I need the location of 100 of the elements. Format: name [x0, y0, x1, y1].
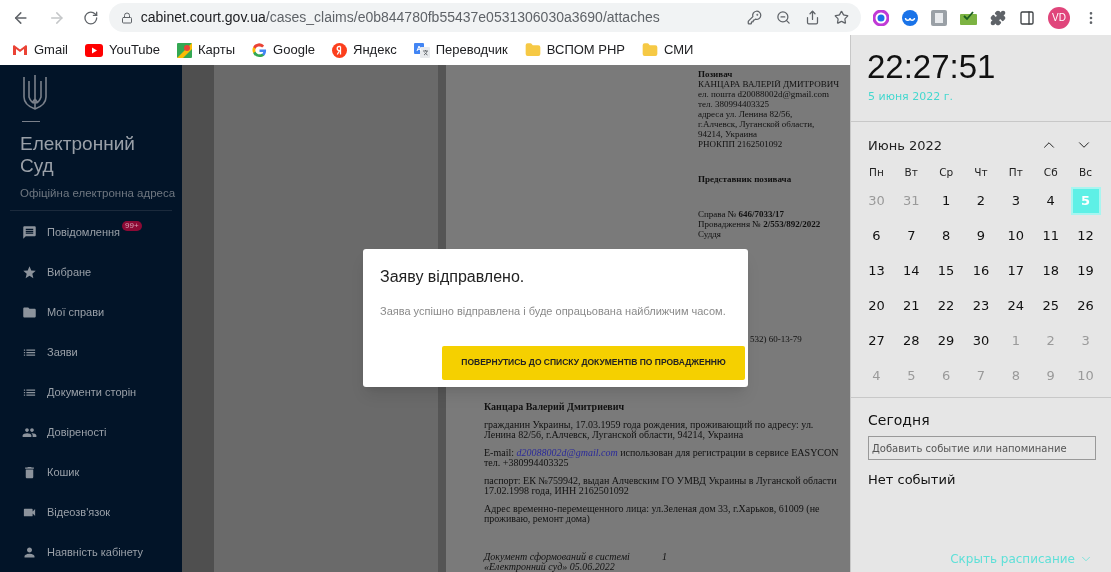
bookmark[interactable]: ВСПОМ РНР	[524, 40, 626, 60]
document-line: Позивач	[698, 69, 734, 79]
weekday-label: Вс	[1078, 165, 1094, 180]
mail-icon	[12, 44, 28, 56]
document-line: 532) 60-13-79	[750, 334, 803, 344]
folder-icon	[524, 42, 541, 58]
calendar-day[interactable]: 16	[966, 256, 996, 285]
weekday-label: Ср	[938, 165, 955, 180]
trident-icon	[22, 73, 48, 113]
app-subtitle: Офіційна електронна адреса	[20, 186, 177, 201]
weekday-label: Пт	[1007, 165, 1024, 180]
calendar-day[interactable]: 20	[861, 291, 892, 320]
calendar-day[interactable]: 23	[966, 291, 996, 320]
calendar-day[interactable]: 3	[1000, 186, 1031, 215]
calendar-day[interactable]: 6	[861, 221, 892, 250]
document-line: Справа № 646/7033/17	[698, 209, 786, 219]
event-input-field[interactable]: Добавить событие или напоминание	[868, 436, 1096, 460]
folder-icon	[642, 42, 659, 58]
document-line: КАНЦАРА ВАЛЕРІЙ ДМИТРОВИЧ	[698, 79, 840, 89]
weekday-label: Сб	[1042, 165, 1059, 180]
return-button[interactable]: ПОВЕРНУТИСЬ ДО СПИСКУ ДОКУМЕНТІВ ПО ПРОВАДЖЕННЮ	[442, 345, 745, 380]
document-line: г.Алчевск, Луганской области,	[698, 119, 816, 129]
star-icon	[22, 264, 37, 280]
message-icon	[22, 224, 37, 240]
calendar-day[interactable]: 30	[966, 326, 996, 355]
document-line: ел. пошта d20088002d@gmail.com	[698, 89, 831, 99]
calendar-day[interactable]: 7	[896, 221, 927, 250]
calendar-day[interactable]: 2	[966, 186, 996, 215]
bookmark[interactable]: Google	[252, 40, 315, 60]
calendar-day[interactable]: 4	[1035, 186, 1066, 215]
calendar-day[interactable]: 11	[1035, 221, 1066, 250]
calendar-day[interactable]: 13	[861, 256, 892, 285]
document-heading: Представник позивача	[698, 174, 793, 184]
sidebar-item[interactable]: Заяви	[0, 332, 182, 372]
sidebar-item[interactable]: Довіреності	[0, 412, 182, 452]
sidebar-item[interactable]: Наявність кабінету	[0, 532, 182, 572]
sidebar-item[interactable]: Документи сторін	[0, 372, 182, 412]
calendar-day[interactable]: 17	[1000, 256, 1031, 285]
bookmark[interactable]: СМИ	[642, 40, 694, 60]
side-panel-icon[interactable]	[1019, 9, 1035, 26]
bookmark[interactable]: Gmail	[12, 40, 68, 60]
sidebar-item[interactable]: Вибране	[0, 252, 182, 292]
share-icon[interactable]	[805, 10, 820, 25]
calendar-day[interactable]: 9	[966, 221, 996, 250]
calendar-day[interactable]: 24	[1000, 291, 1031, 320]
no-events-text: Нет событий	[868, 471, 957, 489]
bookmark[interactable]: Переводчик	[413, 40, 508, 60]
document-line: Суддя	[698, 229, 722, 239]
bookmark[interactable]: Яндекс	[332, 40, 397, 60]
extension-icon[interactable]	[902, 9, 918, 26]
calendar-day[interactable]: 25	[1035, 291, 1066, 320]
address-bar[interactable]: cabinet.court.gov.ua/cases_claims/e0b844780fb55437e0531306030a3690/attaches	[108, 3, 861, 32]
plaintiff-name: Канцара Валерий Дмитриевич	[484, 402, 626, 412]
calendar-day[interactable]: 8	[931, 221, 962, 250]
weekday-label: Чт	[973, 165, 989, 180]
sidebar-item[interactable]: Повідомлення 99+	[0, 212, 182, 252]
app-title: Електронний Суд	[20, 133, 136, 177]
document-line: адреса ул. Ленина 82/56,	[698, 109, 794, 119]
sidebar-item[interactable]: Відеозв'язок	[0, 492, 182, 532]
clock-time: 22:27:51	[867, 47, 997, 87]
reload-icon[interactable]	[83, 9, 99, 26]
extension-icon[interactable]	[873, 9, 889, 26]
today-heading: Сегодня	[868, 411, 931, 430]
key-icon[interactable]	[747, 10, 762, 25]
calendar-day[interactable]: 28	[896, 326, 927, 355]
map-icon	[177, 42, 193, 58]
calendar-day[interactable]: 15	[931, 256, 962, 285]
extensions-icon[interactable]	[990, 9, 1006, 26]
calendar-day[interactable]: 14	[896, 256, 927, 285]
sidebar-item[interactable]: Кошик	[0, 452, 182, 492]
clock-date: 5 июня 2022 г.	[868, 89, 954, 105]
bookmark[interactable]: YouTube	[84, 40, 161, 60]
modal-message: Заява успішно відправлена і буде опрацьована найближчим часом.	[380, 304, 727, 319]
play-icon	[84, 43, 103, 57]
calendar-day[interactable]: 19	[1070, 256, 1101, 285]
calendar-day[interactable]: 21	[896, 291, 927, 320]
calendar-day[interactable]: 10	[1000, 221, 1031, 250]
calendar-day[interactable]: 12	[1070, 221, 1101, 250]
calendar-day[interactable]: 27	[861, 326, 892, 355]
bookmark-star-icon[interactable]	[834, 10, 849, 25]
count-badge: 99+	[122, 220, 142, 231]
zoom-out-icon[interactable]	[776, 10, 791, 25]
trash-icon	[22, 464, 37, 480]
document-paragraph: E-mail: d20088002d@gmail.com использован для регистрации в сервисе EASYCON тел. +380994403325	[484, 448, 840, 468]
calendar-day[interactable]: 22	[931, 291, 962, 320]
calendar-day[interactable]: 29	[931, 326, 962, 355]
document-paragraph: паспорт: ЕК №759942, выдан Алчевским ГО УМВД Украины в Луганской области 17.02.1998 года, ИНН 2162501092	[484, 476, 838, 496]
profile-avatar[interactable]: VD	[1048, 6, 1070, 29]
calendar-day[interactable]: 26	[1070, 291, 1101, 320]
document-line: тел. 380994403325	[698, 99, 770, 109]
weekday-label: Вт	[903, 165, 919, 180]
calendar-day[interactable]: 18	[1035, 256, 1066, 285]
modal-title: Заяву відправлено.	[380, 267, 526, 287]
circle-logo-icon	[332, 42, 347, 58]
sidebar-item[interactable]: Мої справи	[0, 292, 182, 332]
bookmark[interactable]: Карты	[177, 40, 236, 60]
extension-icon[interactable]	[960, 10, 977, 25]
document-paragraph: Адрес временно-перемещенного лица: ул.Зеленая дом 33, г.Харьков, 61009 (не проживаю, ремонт дома)	[484, 504, 821, 524]
calendar-day[interactable]: 1	[931, 186, 962, 215]
url-text: cabinet.court.gov.ua/cases_claims/e0b844780fb55437e0531306030a3690/attaches	[140, 8, 660, 27]
